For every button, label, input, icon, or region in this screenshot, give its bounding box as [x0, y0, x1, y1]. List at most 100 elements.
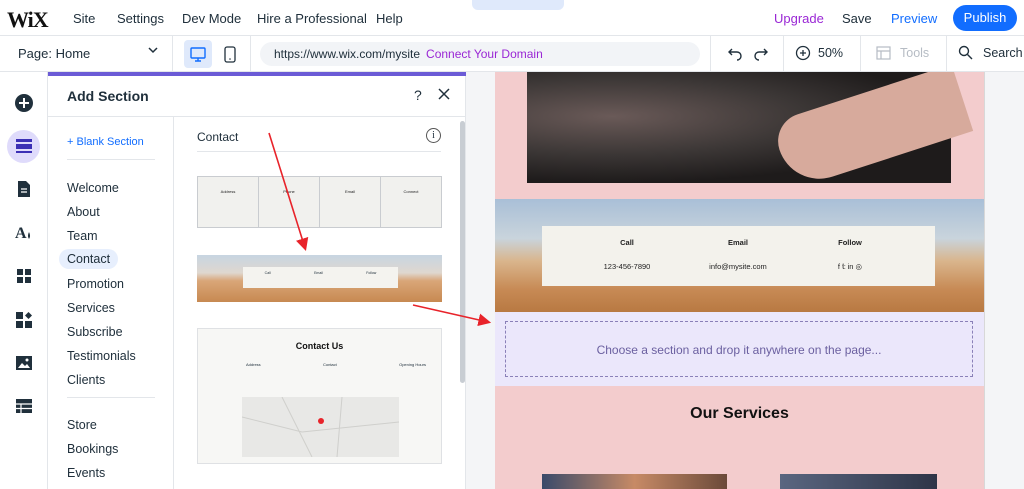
nav-site[interactable]: Site: [73, 11, 95, 26]
category-promotion[interactable]: Promotion: [67, 277, 124, 291]
add-elements-icon[interactable]: [10, 89, 38, 117]
thumb-cell: Email: [314, 271, 323, 275]
thumb-card: Call Email Follow: [243, 267, 398, 288]
divider: [67, 397, 155, 398]
category-testimonials[interactable]: Testimonials: [67, 349, 136, 363]
drop-zone[interactable]: Choose a section and drop it anywhere on…: [495, 312, 984, 386]
category-store[interactable]: Store: [67, 418, 97, 432]
left-toolbar: A: [0, 72, 48, 489]
hero-image[interactable]: [527, 72, 974, 190]
service-image[interactable]: [542, 474, 727, 489]
follow-column: Follow f 𝕥 in ◎: [820, 238, 880, 271]
chevron-down-icon[interactable]: [147, 44, 159, 59]
nav-settings[interactable]: Settings: [117, 11, 164, 26]
site-url: https://www.wix.com/mysite: [274, 47, 421, 61]
call-value: 123-456-7890: [603, 262, 651, 271]
nav-hire-professional[interactable]: Hire a Professional: [257, 11, 367, 26]
wix-logo[interactable]: WiX: [7, 7, 49, 33]
divider: [860, 36, 861, 72]
pages-icon[interactable]: [10, 175, 38, 203]
upgrade-link[interactable]: Upgrade: [774, 11, 824, 26]
tools-icon: [876, 46, 891, 63]
preview-button[interactable]: Preview: [891, 11, 937, 26]
divider: [783, 36, 784, 72]
add-section-panel: Add Section ? + Blank Section Welcome Ab…: [48, 76, 466, 489]
category-contact[interactable]: Contact: [59, 249, 119, 269]
top-bar: WiX Site Settings Dev Mode Hire a Profes…: [0, 0, 1024, 36]
divider: [946, 36, 947, 72]
category-events[interactable]: Events: [67, 466, 105, 480]
desktop-icon: [190, 47, 206, 62]
canvas-edge: [984, 72, 985, 489]
publish-button[interactable]: Publish: [953, 5, 1017, 31]
map-thumbnail: [241, 396, 400, 458]
mobile-view-button[interactable]: [222, 40, 238, 68]
svg-text:A: A: [15, 225, 27, 242]
page-selector[interactable]: Page: Home: [18, 46, 90, 61]
connect-domain-link[interactable]: Connect Your Domain: [426, 47, 543, 61]
undo-icon[interactable]: [727, 45, 743, 66]
call-label: Call: [620, 238, 634, 247]
contact-layout-thumbnail-1[interactable]: Address Phone Email Connect: [197, 176, 442, 228]
desktop-view-button[interactable]: [184, 40, 212, 68]
tools-button[interactable]: Tools: [900, 46, 929, 60]
thumb-columns: Address Contact Opening Hours: [246, 362, 426, 367]
thumb-cell: Follow: [366, 271, 377, 275]
services-heading: Our Services: [690, 405, 789, 422]
category-subscribe[interactable]: Subscribe: [67, 325, 123, 339]
media-icon[interactable]: [10, 349, 38, 377]
service-image[interactable]: [780, 474, 937, 489]
divider: [197, 151, 441, 152]
contact-card: Call 123-456-7890 Email info@mysite.com …: [542, 226, 935, 286]
image-detail: [770, 72, 974, 190]
search-icon[interactable]: [958, 45, 973, 63]
divider: [710, 36, 711, 72]
thumb-cell: Phone: [259, 177, 320, 227]
cms-table-icon[interactable]: [10, 392, 38, 420]
redo-icon[interactable]: [753, 45, 769, 66]
nav-dev-mode[interactable]: Dev Mode: [182, 11, 241, 26]
mobile-icon: [224, 46, 236, 63]
panel-scrollbar[interactable]: [460, 121, 465, 383]
drop-zone-text: Choose a section and drop it anywhere on…: [505, 321, 973, 377]
zoom-in-icon[interactable]: [795, 45, 811, 64]
editor-toolbar: Page: Home https://www.wix.com/mysite Con…: [0, 36, 1024, 72]
category-welcome[interactable]: Welcome: [67, 181, 119, 195]
social-icons: f 𝕥 in ◎: [837, 262, 863, 271]
contact-layout-thumbnail-3[interactable]: Contact Us Address Contact Opening Hours: [197, 328, 442, 464]
category-team[interactable]: Team: [67, 229, 98, 243]
email-label: Email: [727, 238, 748, 247]
divider: [67, 159, 155, 160]
contact-layout-thumbnail-2[interactable]: Call Email Follow: [197, 255, 442, 302]
thumb-cell: Email: [320, 177, 381, 227]
email-column: Email info@mysite.com: [708, 238, 768, 271]
category-clients[interactable]: Clients: [67, 373, 105, 387]
category-about[interactable]: About: [67, 205, 100, 219]
chevron-up-icon: ⌃: [513, 0, 523, 7]
design-icon[interactable]: A: [10, 219, 38, 247]
apps-icon[interactable]: [10, 262, 38, 290]
add-section-icon[interactable]: [10, 132, 38, 160]
thumb-cell: Call: [264, 271, 271, 275]
app-market-icon[interactable]: [10, 306, 38, 334]
nav-help[interactable]: Help: [376, 11, 403, 26]
follow-label: Follow: [838, 238, 862, 247]
help-icon[interactable]: ?: [414, 87, 422, 103]
collapse-toolbar-tab[interactable]: ⌃: [472, 0, 564, 10]
blank-section-button[interactable]: + Blank Section: [67, 136, 144, 148]
category-bookings[interactable]: Bookings: [67, 442, 118, 456]
info-icon[interactable]: i: [426, 128, 441, 143]
contact-section[interactable]: Call 123-456-7890 Email info@mysite.com …: [495, 199, 984, 312]
divider: [172, 36, 173, 72]
email-value: info@mysite.com: [709, 262, 767, 271]
call-column: Call 123-456-7890: [602, 238, 652, 271]
search-button[interactable]: Search: [983, 46, 1023, 60]
save-button[interactable]: Save: [842, 11, 872, 26]
zoom-level[interactable]: 50%: [818, 46, 843, 60]
thumb-title: Contact Us: [295, 341, 344, 351]
panel-title: Add Section: [67, 88, 149, 104]
site-url-bar[interactable]: https://www.wix.com/mysite Connect Your D…: [260, 42, 700, 66]
close-icon[interactable]: [438, 84, 450, 105]
thumb-cell: Address: [246, 362, 261, 367]
category-services[interactable]: Services: [67, 301, 115, 315]
